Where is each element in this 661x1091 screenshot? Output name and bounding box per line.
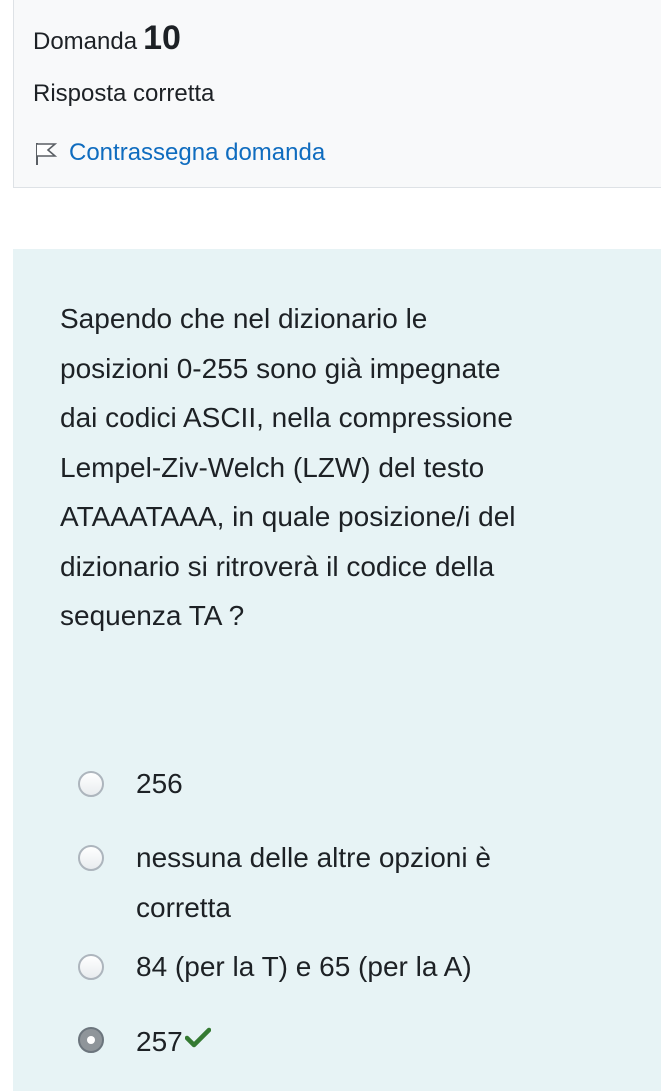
question-content-panel: Sapendo che nel dizionario le posizioni … [13, 249, 661, 1091]
answer-label: 257 [136, 1015, 616, 1067]
flag-icon [33, 140, 59, 166]
answer-label-text: 257 [136, 1026, 183, 1057]
answer-label: 84 (per la T) e 65 (per la A) [136, 951, 472, 982]
answer-label-line: corretta [136, 892, 231, 923]
answer-label: nessuna delle altre opzioni è corretta [136, 833, 616, 933]
check-icon [184, 1015, 211, 1048]
question-text-line: dai codici ASCII, nella compressione [60, 402, 513, 433]
radio-button-selected[interactable] [78, 1027, 104, 1053]
flag-question-link[interactable]: Contrassegna domanda [33, 137, 325, 169]
question-text-line: ATAAATAAA, in quale posizione/i del [60, 501, 516, 532]
question-text-line: dizionario si ritroverà il codice della [60, 550, 495, 582]
question-label: Domanda [33, 28, 138, 55]
flag-question-label: Contrassegna domanda [69, 139, 326, 166]
answer-option-257[interactable]: 257 [78, 1015, 616, 1067]
answer-option-84-65[interactable]: 84 (per la T) e 65 (per la A) [78, 942, 616, 992]
answer-label: 256 [136, 768, 183, 799]
radio-button[interactable] [78, 845, 104, 871]
radio-button[interactable] [78, 771, 104, 797]
question-state: Risposta corretta [33, 80, 215, 107]
question-number: Domanda 10 [33, 18, 181, 62]
quiz-page: Domanda 10 Risposta corretta Contrassegna… [0, 0, 661, 1091]
answer-option-256[interactable]: 256 [78, 759, 616, 809]
question-text-line: sequenza TA ? [60, 600, 245, 631]
question-text-line: Sapendo che nel dizionario le [60, 303, 428, 334]
question-text-line: Lempel-Ziv-Welch (LZW) del testo [60, 451, 485, 483]
question-text-line: posizioni 0-255 sono già impegnate [60, 352, 501, 384]
question-number-value: 10 [143, 19, 181, 57]
radio-button[interactable] [78, 954, 104, 980]
question-info-panel: Domanda 10 Risposta corretta Contrassegna… [13, 0, 661, 188]
answer-option-none[interactable]: nessuna delle altre opzioni è corretta [78, 833, 616, 933]
question-text: Sapendo che nel dizionario le posizioni … [60, 294, 620, 641]
answer-label-line: nessuna delle altre opzioni è [136, 842, 491, 873]
